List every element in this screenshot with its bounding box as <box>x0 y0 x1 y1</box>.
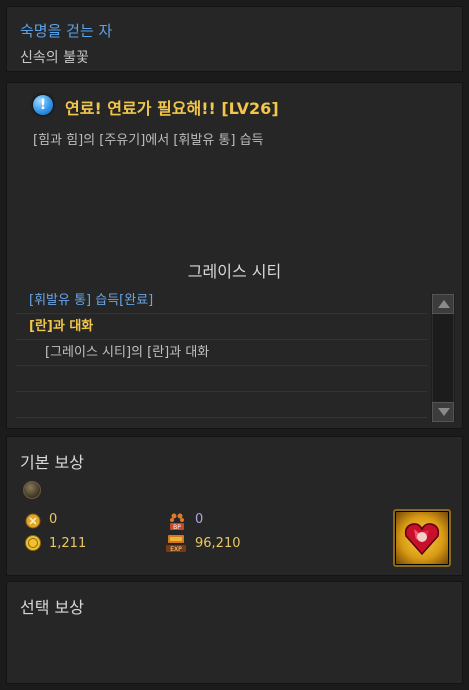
coin-icon <box>25 535 41 551</box>
exp-value: 96,210 <box>195 536 241 551</box>
objective-subitem: [그레이스 시티]의 [란]과 대화 <box>16 340 427 366</box>
triangle-up-icon <box>438 300 450 308</box>
basic-reward-panel: 기본 보상 0 BP 0 1,211 EXP 96,210 <box>6 436 463 576</box>
triangle-down-icon <box>438 408 450 416</box>
gold-icon <box>25 513 41 529</box>
objective-empty-row <box>16 392 427 418</box>
svg-text:BP: BP <box>173 524 181 531</box>
scroll-track[interactable] <box>432 314 454 402</box>
quest-location: 그레이스 시티 <box>187 262 282 281</box>
quest-chain-subtitle: 신속의 불꽃 <box>20 50 89 66</box>
heart-gem-icon <box>404 523 440 556</box>
bp-value: 0 <box>195 512 204 527</box>
bp-icon: BP <box>170 513 184 531</box>
objective-list: [휘발유 통] 습득[완료] [란]과 대화 [그레이스 시티]의 [란]과 대… <box>16 288 427 422</box>
reward-item-slot[interactable] <box>393 509 451 567</box>
scroll-down-button[interactable] <box>432 402 454 422</box>
quest-chain-title[interactable]: 숙명을 걷는 자 <box>20 20 112 41</box>
select-reward-panel: 선택 보상 <box>6 581 463 684</box>
basic-reward-title: 기본 보상 <box>20 453 84 472</box>
objective-empty-row <box>16 366 427 392</box>
gold-value: 0 <box>49 512 58 527</box>
objective-scrollbar[interactable] <box>431 294 455 422</box>
reward-medal-icon <box>23 481 41 499</box>
exp-icon: EXP <box>166 535 186 553</box>
quest-header-panel: 숙명을 걷는 자 신속의 불꽃 <box>6 6 463 72</box>
scroll-up-button[interactable] <box>432 294 454 314</box>
quest-description: [힘과 힘]의 [주유기]에서 [휘발유 통] 습득 <box>33 133 264 148</box>
exclamation-icon: ! <box>33 95 53 115</box>
quest-detail-panel: ! 연료! 연료가 필요해!! [LV26] [힘과 힘]의 [주유기]에서 [… <box>6 82 463 429</box>
objective-item-active: [란]과 대화 <box>16 314 427 340</box>
svg-text:EXP: EXP <box>170 546 182 553</box>
coins-value: 1,211 <box>49 536 87 551</box>
select-reward-title: 선택 보상 <box>20 598 84 617</box>
objective-item-done: [휘발유 통] 습득[완료] <box>16 288 427 314</box>
quest-title: 연료! 연료가 필요해!! [LV26] <box>65 99 279 118</box>
